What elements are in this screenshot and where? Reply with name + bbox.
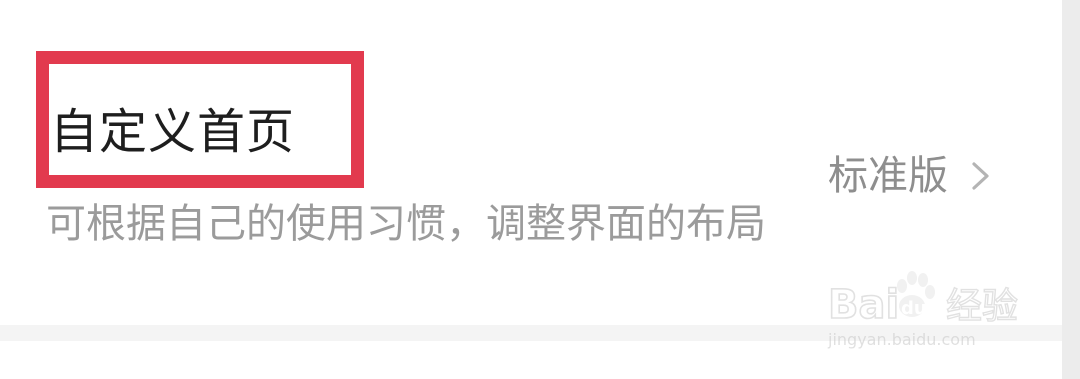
setting-title: 自定义首页 bbox=[50, 104, 296, 160]
section-divider bbox=[0, 325, 1062, 341]
setting-description: 可根据自己的使用习惯，调整界面的布局 bbox=[46, 201, 766, 247]
next-section-area bbox=[0, 341, 1062, 379]
chevron-right-icon bbox=[972, 162, 989, 190]
custom-homepage-setting-row[interactable]: 自定义首页 可根据自己的使用习惯，调整界面的布局 标准版 bbox=[0, 0, 1062, 325]
setting-value-group[interactable]: 标准版 bbox=[828, 150, 992, 202]
setting-current-value: 标准版 bbox=[828, 153, 948, 199]
scrollbar-track bbox=[1062, 0, 1080, 379]
settings-screen: 自定义首页 可根据自己的使用习惯，调整界面的布局 标准版 Bai du 经验 j… bbox=[0, 0, 1080, 379]
